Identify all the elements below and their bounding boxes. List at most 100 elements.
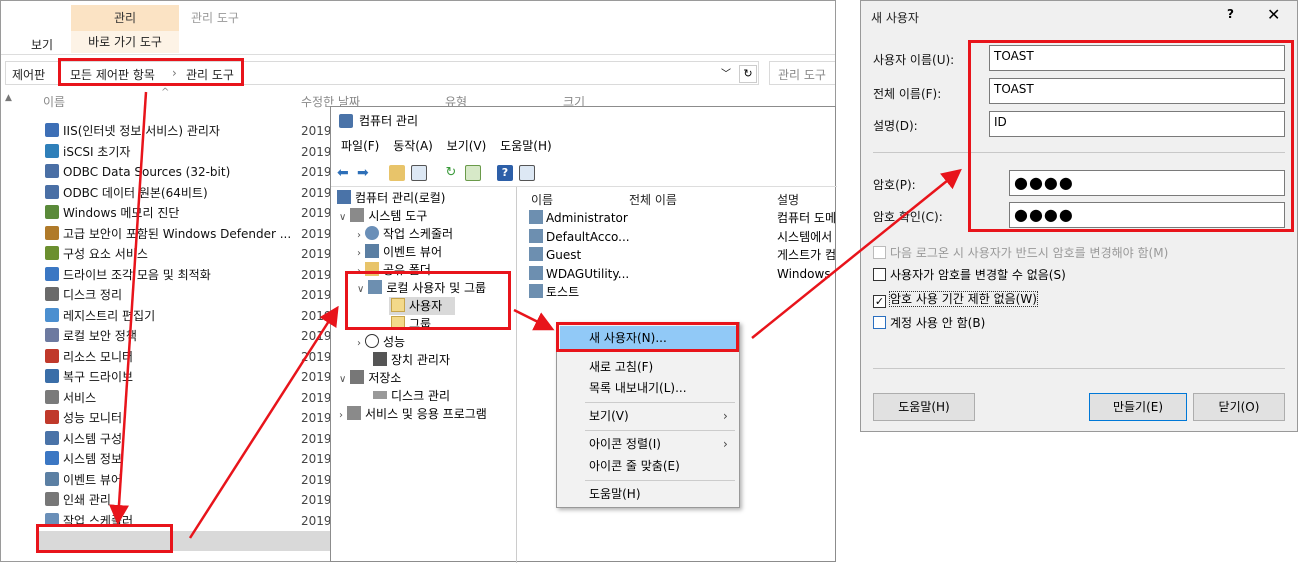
list-item[interactable]: iSCSI 초기자: [45, 142, 305, 162]
app-icon: [45, 369, 59, 383]
col-name[interactable]: 이름: [43, 93, 65, 110]
crumb-control-panel[interactable]: 제어판: [12, 66, 45, 83]
item-modified: 2019: [301, 124, 332, 138]
user-row[interactable]: Administrator: [529, 209, 628, 227]
list-item[interactable]: 이벤트 뷰어: [45, 470, 305, 490]
list-item[interactable]: 인쇄 관리: [45, 490, 305, 510]
description-label: 설명(D):: [873, 119, 918, 133]
checkbox-label: 암호 사용 기간 제한 없음(W): [889, 291, 1038, 307]
search-input[interactable]: 관리 도구: [769, 61, 835, 85]
item-modified: 2019: [301, 206, 332, 220]
refresh-icon[interactable]: ↻: [443, 165, 459, 181]
ribbon-tab-admin-tools[interactable]: 관리 도구: [191, 9, 239, 26]
help-icon[interactable]: ?: [497, 165, 513, 181]
user-name: Guest: [546, 248, 582, 262]
menu-item-arrange[interactable]: 아이콘 정렬(I) ›: [589, 434, 728, 454]
user-row[interactable]: WDAGUtility...: [529, 265, 629, 283]
show-tree-icon[interactable]: [411, 165, 427, 181]
folder-up-icon[interactable]: [389, 165, 405, 181]
ribbon-view[interactable]: 보기: [31, 36, 53, 53]
list-item[interactable]: 성능 모니터: [45, 408, 305, 428]
list-item[interactable]: 시스템 정보: [45, 449, 305, 469]
list-item[interactable]: 시스템 구성: [45, 429, 305, 449]
list-item[interactable]: 레지스트리 편집기: [45, 306, 305, 326]
list-item[interactable]: IIS(인터넷 정보 서비스) 관리자: [45, 121, 305, 141]
disk-icon: [373, 391, 387, 399]
create-button[interactable]: 만들기(E): [1089, 393, 1187, 421]
menu-item-view[interactable]: 보기(V) ›: [589, 406, 728, 426]
menu-item-help[interactable]: 도움말(H): [589, 484, 641, 504]
list-item[interactable]: 구성 요소 서비스: [45, 244, 305, 264]
user-name: Administrator: [546, 211, 628, 225]
ribbon-shortcut-tools[interactable]: 바로 가기 도구: [71, 31, 179, 53]
app-icon: [45, 430, 59, 445]
export-icon[interactable]: [465, 165, 481, 181]
col-desc[interactable]: 설명: [777, 191, 799, 208]
list-item[interactable]: ODBC Data Sources (32-bit): [45, 162, 305, 182]
checkbox-disabled[interactable]: 계정 사용 안 함(B): [873, 314, 985, 332]
user-name: 토스트: [546, 285, 580, 299]
scrollbar[interactable]: ▲: [5, 93, 19, 561]
sort-up-icon: ^: [161, 87, 170, 98]
item-label: 고급 보안이 포함된 Windows Defender ...: [63, 226, 292, 241]
menu-item-line-up[interactable]: 아이콘 줄 맞춤(E): [589, 456, 680, 476]
menu-action[interactable]: 동작(A): [393, 139, 433, 153]
checkbox-never-expires[interactable]: ✓ 암호 사용 기간 제한 없음(W): [873, 290, 1038, 308]
password-label: 암호(P):: [873, 178, 916, 192]
tree-task-scheduler[interactable]: › 작업 스케줄러: [357, 225, 453, 243]
menu-item-export[interactable]: 목록 내보내기(L)...: [589, 378, 687, 398]
ribbon-tab-manage[interactable]: 관리: [71, 5, 179, 31]
user-row[interactable]: Guest: [529, 246, 581, 264]
menu-separator: [585, 430, 735, 431]
tree-performance[interactable]: › 성능: [357, 333, 405, 351]
close-button[interactable]: 닫기(O): [1193, 393, 1285, 421]
help-button[interactable]: 도움말(H): [873, 393, 975, 421]
close-icon[interactable]: ✕: [1267, 5, 1280, 24]
tree-device-manager[interactable]: 장치 관리자: [373, 351, 450, 369]
tree-storage[interactable]: ∨ 저장소: [339, 369, 401, 387]
tree-label: 저장소: [368, 371, 402, 385]
refresh-icon[interactable]: ↻: [739, 65, 757, 83]
annotation-box-new-user: [556, 322, 739, 352]
tree-root[interactable]: 컴퓨터 관리(로컬): [337, 189, 445, 207]
item-label: 구성 요소 서비스: [63, 247, 148, 261]
checkbox-cannot-change[interactable]: 사용자가 암호를 변경할 수 없음(S): [873, 266, 1066, 284]
list-item[interactable]: 디스크 정리: [45, 285, 305, 305]
tree-label: 시스템 도구: [368, 209, 428, 223]
col-name[interactable]: 이름: [531, 191, 553, 208]
list-item[interactable]: 드라이브 조각 모음 및 최적화: [45, 265, 305, 285]
list-item[interactable]: 서비스: [45, 388, 305, 408]
tree-label: 컴퓨터 관리(로컬): [355, 191, 446, 205]
chevron-down-icon[interactable]: ﹀: [721, 65, 731, 80]
app-icon: [45, 348, 59, 363]
list-item[interactable]: 복구 드라이브: [45, 367, 305, 387]
tree-disk-management[interactable]: 디스크 관리: [373, 387, 450, 405]
col-fullname[interactable]: 전체 이름: [629, 191, 677, 208]
annotation-box-dialog-fields: [968, 40, 1294, 232]
tree-system-tools[interactable]: ∨ 시스템 도구: [339, 207, 427, 225]
menu-file[interactable]: 파일(F): [341, 139, 379, 153]
item-label: 성능 모니터: [63, 411, 123, 425]
checkbox-must-change: 다음 로그온 시 사용자가 반드시 암호를 변경해야 함(M): [873, 244, 1168, 262]
tree-services-apps[interactable]: › 서비스 및 응용 프로그램: [339, 405, 487, 423]
tree-label: 이벤트 뷰어: [383, 245, 443, 259]
list-item[interactable]: 리소스 모니터: [45, 347, 305, 367]
list-item[interactable]: 고급 보안이 포함된 Windows Defender ...: [45, 224, 305, 244]
tree-event-viewer[interactable]: › 이벤트 뷰어: [357, 243, 442, 261]
list-item[interactable]: 로컬 보안 정책: [45, 326, 305, 346]
menu-bar: 파일(F) 동작(A) 보기(V) 도움말(H): [331, 137, 837, 159]
item-modified: 2019: [301, 452, 332, 466]
forward-arrow-icon[interactable]: ➡: [357, 165, 373, 181]
user-icon: [529, 265, 543, 280]
user-row[interactable]: 토스트: [529, 283, 579, 301]
user-icon: [529, 247, 543, 261]
back-arrow-icon[interactable]: ⬅: [337, 165, 353, 181]
menu-help[interactable]: 도움말(H): [500, 139, 552, 153]
action-pane-icon[interactable]: [519, 165, 535, 181]
list-item[interactable]: Windows 메모리 진단: [45, 203, 305, 223]
menu-item-refresh[interactable]: 새로 고침(F): [589, 357, 653, 377]
list-item[interactable]: ODBC 데이터 원본(64비트): [45, 183, 305, 203]
user-row[interactable]: DefaultAcco...: [529, 228, 630, 246]
help-icon[interactable]: ?: [1227, 7, 1234, 21]
menu-view[interactable]: 보기(V): [447, 139, 487, 153]
